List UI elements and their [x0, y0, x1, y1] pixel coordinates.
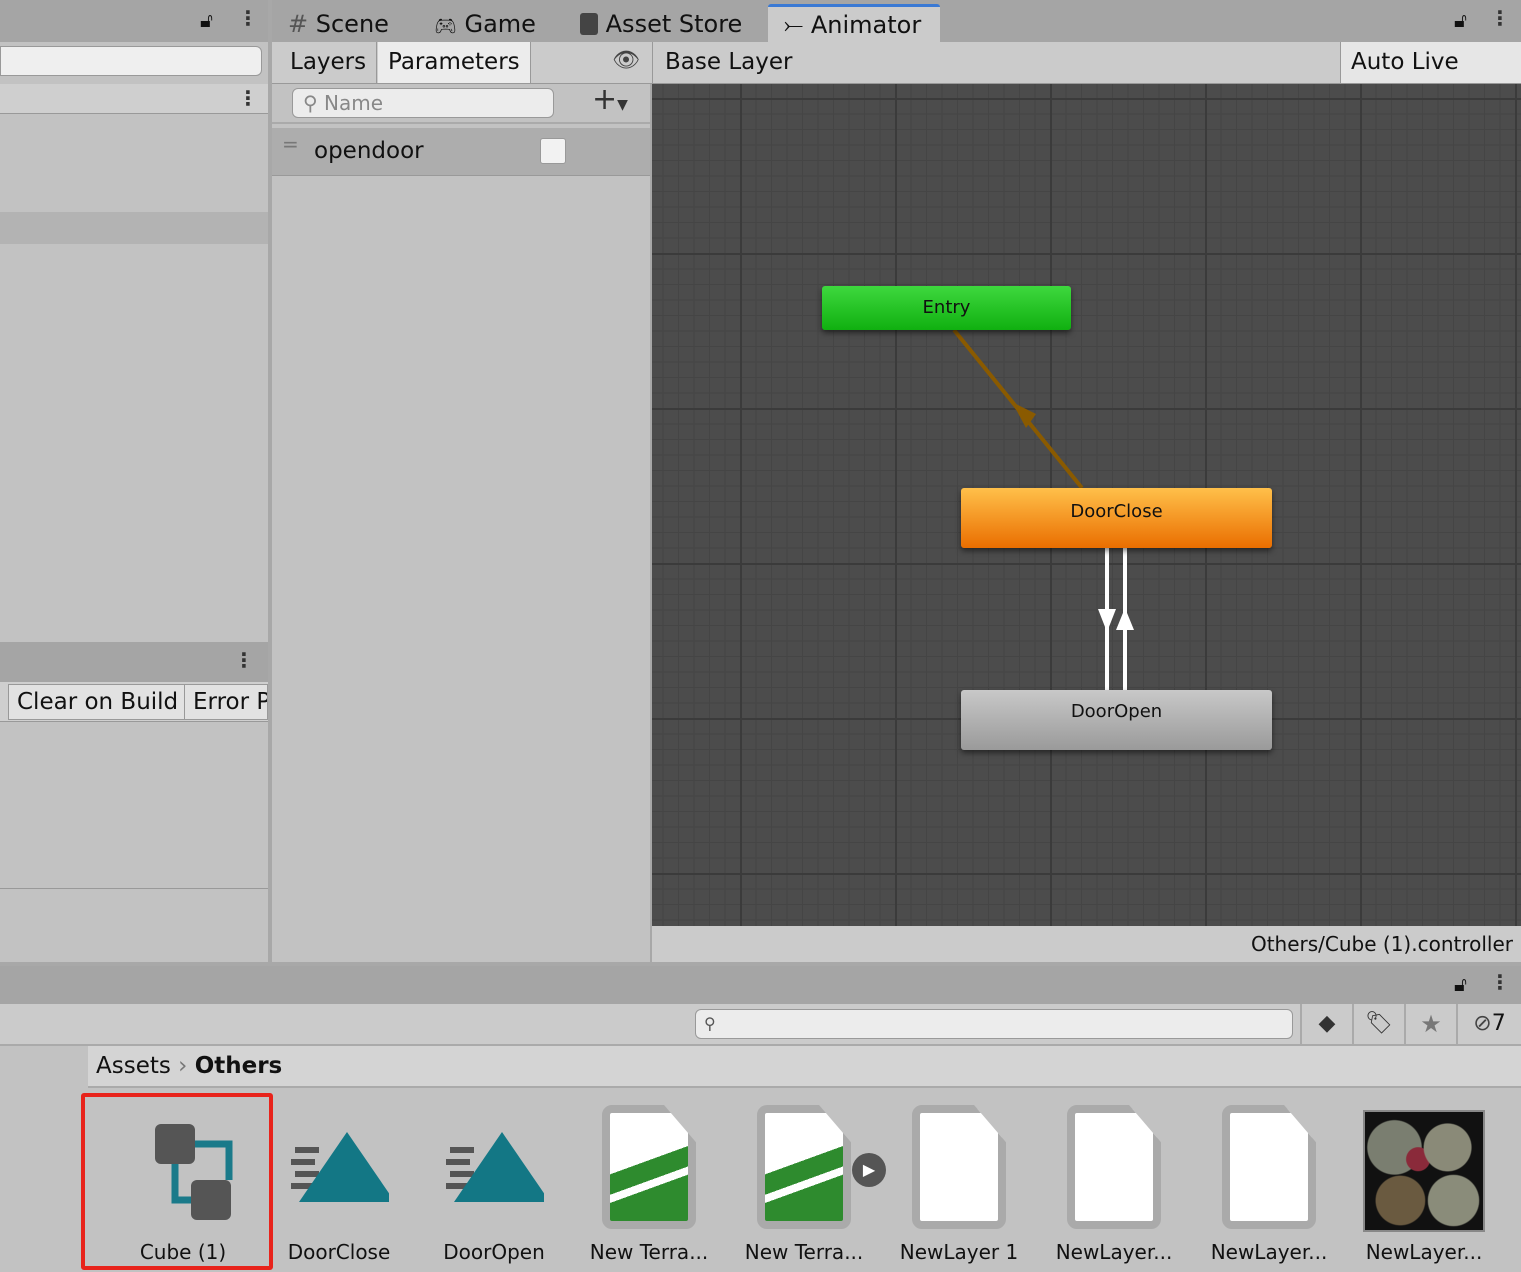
asset-label[interactable]: DoorOpen: [424, 1240, 564, 1264]
controller-path: Others/Cube (1).controller: [652, 926, 1521, 962]
gamepad-icon: 🎮︎: [434, 16, 457, 37]
project-header: 🔓︎ ⋮: [0, 966, 1521, 1004]
animation-clip-icon[interactable]: [424, 1128, 564, 1212]
chevron-down-icon: ▼: [617, 97, 628, 113]
animator-graph[interactable]: Entry DoorClose DoorOpen: [652, 84, 1521, 926]
hidden-packages-button[interactable]: ⊘7: [1456, 1004, 1521, 1044]
add-parameter-button[interactable]: +▼: [592, 82, 628, 117]
parameters-panel: ⚲ Name +▼ = opendoor: [272, 82, 650, 962]
state-door-close[interactable]: DoorClose: [961, 488, 1272, 548]
lock-icon[interactable]: 🔓︎: [200, 8, 213, 32]
eye-slash-icon: ⊘: [1473, 1011, 1492, 1036]
project-breadcrumb: Assets › Others: [88, 1046, 1521, 1088]
filter-by-type-icon[interactable]: ◆: [1300, 1004, 1352, 1044]
animation-clip-icon[interactable]: [269, 1128, 409, 1212]
lock-icon[interactable]: 🔓︎: [1454, 972, 1467, 996]
breadcrumb-assets[interactable]: Assets: [96, 1053, 171, 1079]
asset-label[interactable]: NewLayer 1: [889, 1240, 1029, 1264]
texture-thumbnail[interactable]: [1354, 1110, 1494, 1232]
star-icon[interactable]: ★: [1404, 1004, 1456, 1044]
entry-transition[interactable]: [952, 328, 1084, 490]
asset-label[interactable]: DoorClose: [269, 1240, 409, 1264]
menu-icon[interactable]: ⋮: [238, 86, 258, 110]
entry-node[interactable]: Entry: [822, 286, 1071, 330]
lock-icon[interactable]: 🔓︎: [1454, 8, 1467, 32]
search-icon: ⚲: [704, 1014, 716, 1033]
bag-icon: [580, 13, 598, 35]
left-panel: 🔓︎ ⋮ ⋮ ⋮ Clear on Build Error P: [0, 0, 268, 962]
clear-on-build-button[interactable]: Clear on Build: [8, 684, 188, 720]
asset-label[interactable]: NewLayer...: [1044, 1240, 1184, 1264]
menu-icon[interactable]: ⋮: [238, 6, 258, 30]
eye-icon[interactable]: 👁︎: [612, 48, 640, 73]
tab-game[interactable]: 🎮︎ Game: [434, 6, 536, 42]
search-icon: ⚲: [303, 91, 318, 115]
parameter-row[interactable]: = opendoor: [272, 128, 650, 176]
parameter-checkbox[interactable]: [540, 138, 566, 164]
search-input[interactable]: [0, 46, 262, 76]
file-icon[interactable]: [1199, 1105, 1339, 1229]
parameter-search-input[interactable]: ⚲ Name: [292, 88, 554, 118]
tab-bar: # Scene 🎮︎ Game Asset Store ⤚ Animator 🔓…: [272, 0, 1521, 42]
folder-tree: [0, 1046, 88, 1272]
animator-icon: ⤚: [784, 11, 804, 39]
breadcrumb-base-layer[interactable]: Base Layer: [652, 42, 804, 83]
tab-parameters[interactable]: Parameters: [378, 42, 531, 83]
project-search-input[interactable]: ⚲: [695, 1009, 1293, 1039]
state-door-open[interactable]: DoorOpen: [961, 690, 1272, 750]
animator-controller-icon[interactable]: [113, 1122, 253, 1226]
asset-label[interactable]: NewLayer...: [1199, 1240, 1339, 1264]
grid-icon: #: [288, 10, 309, 38]
error-pause-button[interactable]: Error P: [184, 684, 268, 720]
tab-scene[interactable]: # Scene: [288, 6, 389, 42]
tab-asset-store[interactable]: Asset Store: [580, 6, 742, 42]
breadcrumb-others[interactable]: Others: [195, 1053, 283, 1079]
transition-open-to-close[interactable]: [1116, 548, 1134, 690]
terrain-icon[interactable]: [579, 1105, 719, 1229]
asset-label[interactable]: New Terra...: [579, 1240, 719, 1264]
menu-icon[interactable]: ⋮: [1490, 6, 1510, 30]
parameter-name[interactable]: opendoor: [314, 138, 424, 164]
file-icon[interactable]: [889, 1105, 1029, 1229]
auto-live-link-button[interactable]: Auto Live Link: [1340, 42, 1521, 116]
tag-icon[interactable]: 🏷︎: [1352, 1004, 1404, 1044]
tab-layers[interactable]: Layers: [280, 42, 378, 83]
menu-icon[interactable]: ⋮: [1490, 970, 1510, 994]
list-item[interactable]: [0, 212, 268, 244]
transition-close-to-open[interactable]: [1098, 548, 1116, 690]
menu-icon[interactable]: ⋮: [234, 648, 254, 672]
project-toolbar: ⚲ ◆ 🏷︎ ★ ⊘7: [0, 1004, 1521, 1046]
file-icon[interactable]: [1044, 1105, 1184, 1229]
terrain-icon[interactable]: ▶: [734, 1105, 886, 1229]
drag-handle-icon[interactable]: =: [282, 132, 299, 156]
asset-label[interactable]: NewLayer...: [1354, 1240, 1494, 1264]
animator-toolbar: Layers Parameters 👁︎ Base Layer Auto Liv…: [272, 42, 1521, 116]
asset-label[interactable]: New Terra...: [734, 1240, 874, 1264]
panel-header: 🔓︎ ⋮: [0, 0, 268, 42]
chevron-right-icon: ›: [178, 1053, 195, 1079]
asset-label[interactable]: Cube (1): [113, 1240, 253, 1264]
play-icon[interactable]: ▶: [852, 1153, 886, 1187]
tab-animator[interactable]: ⤚ Animator: [768, 4, 940, 42]
